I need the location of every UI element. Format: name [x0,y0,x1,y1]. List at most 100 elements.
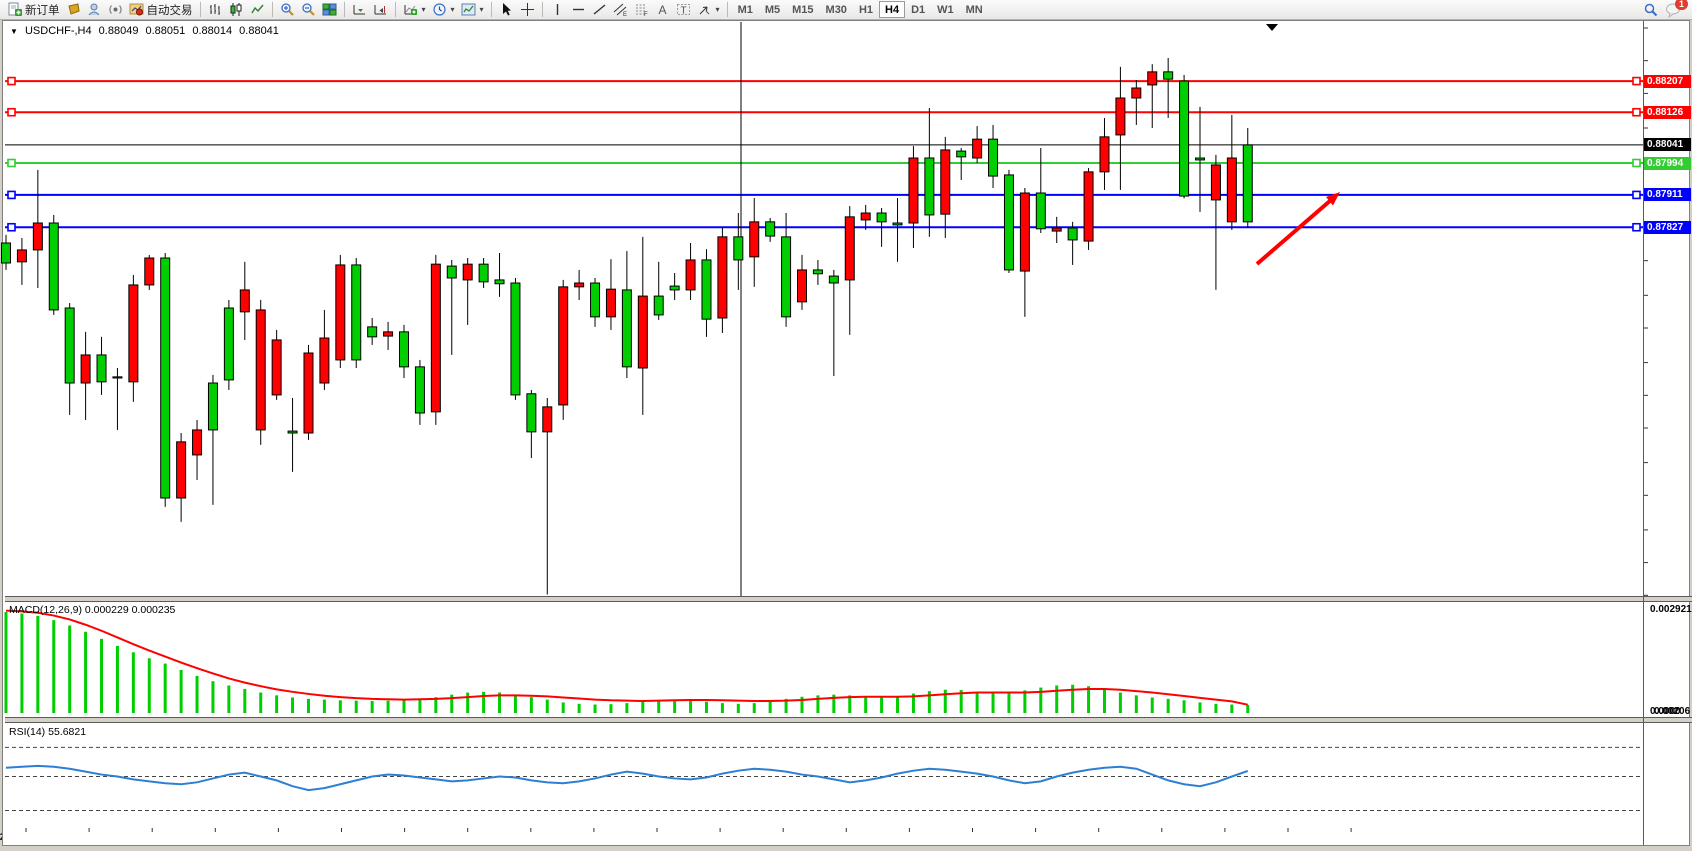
horizontal-line-objects[interactable] [5,78,1643,231]
chart-shift-icon [373,2,388,17]
horizontal-line-icon [571,2,586,17]
market-watch-button[interactable] [63,1,84,19]
macd-histogram [6,612,1248,713]
svg-text:T: T [680,6,686,17]
price-tag: 0.87994 [1644,157,1691,170]
fibonacci-icon: F [634,2,649,17]
fibonacci-tool-button[interactable]: F [631,1,652,19]
window-bottom-edge [0,846,1692,851]
text-icon: A [655,2,670,17]
toolbar-separator [491,2,492,17]
svg-text:F: F [644,12,648,17]
price-tag: 0.87827 [1644,221,1691,234]
arrows-tool-button[interactable]: ▾ [694,1,723,19]
gold-bucket-icon [66,2,81,17]
notifications-button[interactable]: 1 [1665,2,1682,18]
vertical-line-tool-button[interactable] [547,1,568,19]
indicators-icon [403,2,418,17]
crosshair-icon [520,2,535,17]
macd-signal-line [6,611,1248,705]
timeframe-mn-button[interactable]: MN [960,1,989,18]
notification-badge: 1 [1675,0,1688,10]
price-tag: 0.88041 [1644,138,1691,151]
zoom-out-button[interactable] [298,1,319,19]
rsi-label: RSI(14) 55.6821 [9,726,86,738]
indicators-button[interactable]: ▾ [400,1,429,19]
price-tag: 0.88126 [1644,106,1691,119]
signal-icon [108,2,123,17]
signals-button[interactable] [105,1,126,19]
pane-divider[interactable] [5,596,1692,602]
timeframe-m15-button[interactable]: M15 [786,1,819,18]
macd-label: MACD(12,26,9) 0.000229 0.000235 [9,604,175,616]
autoscroll-icon [352,2,367,17]
cursor-tool-button[interactable] [496,1,517,19]
profile-icon [87,2,102,17]
search-icon[interactable] [1643,2,1659,18]
price-tag: 0.87911 [1644,188,1691,201]
timeframe-h1-button[interactable]: H1 [853,1,879,18]
symbol-period-label: USDCHF-,H4 [25,25,92,37]
chart-shift-button[interactable] [370,1,391,19]
timeframe-m5-button[interactable]: M5 [759,1,786,18]
dropdown-caret-icon: ▾ [480,5,484,14]
candlestick-series [2,58,1253,595]
trendline-icon [592,2,607,17]
toolbar-separator [200,2,201,17]
tile-windows-button[interactable] [319,1,340,19]
dropdown-caret-icon: ▾ [451,5,455,14]
line-chart-button[interactable] [247,1,268,19]
cursor-icon [499,2,514,17]
open-value: 0.88049 [99,25,139,37]
svg-text:E: E [623,12,627,17]
timeframe-w1-button[interactable]: W1 [931,1,960,18]
candlestick-chart-button[interactable] [226,1,247,19]
macd-axis-max: 0.002921 [1650,604,1692,615]
timeframe-d1-button[interactable]: D1 [905,1,931,18]
vertical-line-icon [550,2,565,17]
text-tool-button[interactable]: A [652,1,673,19]
template-icon [461,2,476,17]
horizontal-line-tool-button[interactable] [568,1,589,19]
equidistant-channel-tool-button[interactable]: E [610,1,631,19]
toolbar-separator [542,2,543,17]
timeframe-h4-button[interactable]: H4 [879,1,905,18]
timeframe-m1-button[interactable]: M1 [732,1,759,18]
toolbar-separator [344,2,345,17]
zoom-out-icon [301,2,316,17]
text-label-tool-button[interactable]: T [673,1,694,19]
equidistant-channel-icon: E [613,2,628,17]
toolbar-separator [272,2,273,17]
timeframe-group: M1M5M15M30H1H4D1W1MN [732,1,989,18]
chart-ohlc-header: ▼ USDCHF-,H4 0.88049 0.88051 0.88014 0.8… [10,25,283,37]
chart-canvas[interactable] [0,0,1692,851]
macd-axis-min: 0.00206 [1654,706,1690,717]
candlestick-chart-icon [229,2,244,17]
price-tag: 0.88207 [1644,75,1691,88]
tile-windows-icon [322,2,337,17]
pane-divider[interactable] [5,717,1692,723]
dropdown-caret-icon: ▾ [716,5,720,14]
arrow-objects-icon [697,2,712,17]
templates-button[interactable]: ▾ [458,1,487,19]
zoom-in-icon [280,2,295,17]
collapse-indicator-icon[interactable]: ▼ [10,27,18,36]
autotrading-button[interactable]: 自动交易 [126,1,196,19]
timeframe-m30-button[interactable]: M30 [820,1,853,18]
crosshair-tool-button[interactable] [517,1,538,19]
periods-button[interactable]: ▾ [429,1,458,19]
profiles-button[interactable] [84,1,105,19]
chart-shift-marker-icon[interactable] [1266,24,1278,31]
autotrading-icon [129,2,144,17]
new-order-button[interactable]: 新订单 [4,1,63,19]
trendline-tool-button[interactable] [589,1,610,19]
bar-chart-icon [208,2,223,17]
svg-text:A: A [658,3,666,17]
high-value: 0.88051 [146,25,186,37]
clock-icon [432,2,447,17]
autoscroll-button[interactable] [349,1,370,19]
bar-chart-button[interactable] [205,1,226,19]
new-order-label: 新订单 [25,2,60,18]
zoom-in-button[interactable] [277,1,298,19]
toolbar-separator [395,2,396,17]
